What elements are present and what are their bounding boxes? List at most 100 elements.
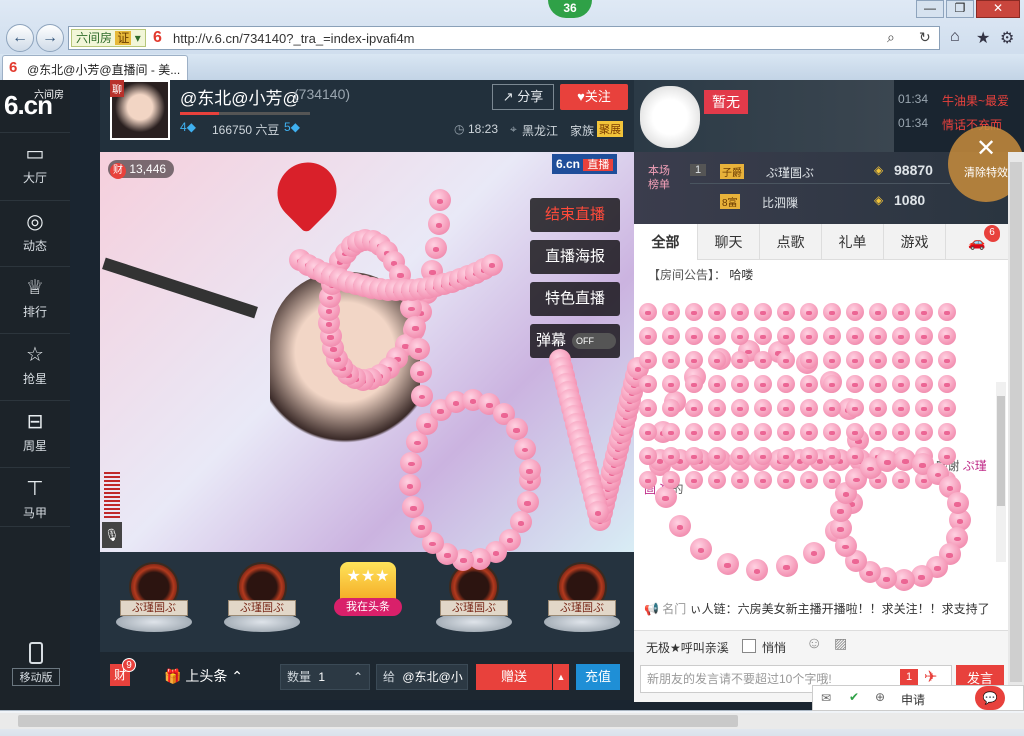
tab-games[interactable]: 游戏 bbox=[884, 224, 946, 260]
close-window-button[interactable]: ✕ bbox=[976, 0, 1020, 18]
gift-bag-icon: ⊟ bbox=[26, 411, 44, 433]
diamond-icon: ◆ bbox=[290, 120, 300, 134]
notice-name[interactable]: 名门 bbox=[662, 602, 686, 616]
send-options-dropdown[interactable]: ▲ bbox=[553, 664, 569, 690]
url-text[interactable]: http://v.6.cn/734140?_tra_=index-ipvafi4… bbox=[173, 31, 415, 46]
horizontal-scrollbar[interactable] bbox=[0, 713, 1024, 729]
chat-user[interactable]: ぷ瑾 bbox=[963, 459, 987, 473]
ticker-time: 01:34 bbox=[898, 92, 929, 106]
tab-gift-list[interactable]: 礼单 bbox=[822, 224, 884, 260]
streamer-name[interactable]: @东北@小芳@ bbox=[180, 84, 300, 109]
maximize-button[interactable]: ❐ bbox=[946, 0, 974, 18]
browser-tab[interactable]: 6 @东北@小芳@直播间 - 美... bbox=[2, 55, 188, 80]
notice-text: ぃ人链：六房美女新主播开播啦！！求关注！！求支持了 bbox=[689, 602, 990, 616]
tab-favicon: 6 bbox=[9, 59, 18, 76]
sidebar-item-grab-star[interactable]: ☆ 抢星 bbox=[0, 333, 70, 393]
chat-bubble-icon[interactable]: 💬 bbox=[975, 686, 1005, 710]
rank-score: 98870 bbox=[894, 162, 933, 178]
home-icon[interactable]: ⌂ bbox=[950, 28, 960, 46]
crown-icon: ♕ bbox=[26, 277, 44, 299]
end-live-button[interactable]: 结束直播 bbox=[530, 198, 620, 232]
chat-tabs: 全部 聊天 点歌 礼单 游戏 🚗 6 bbox=[634, 224, 1008, 260]
address-bar[interactable]: 六间房 证 ▾ 6 http://v.6.cn/734140?_tra_=ind… bbox=[68, 26, 940, 50]
status-tools: ✉ ✔ ⊕ 申请 💬 bbox=[812, 685, 1024, 711]
whisper-checkbox[interactable] bbox=[742, 639, 756, 653]
site-identity[interactable]: 六间房 证 ▾ bbox=[71, 29, 146, 47]
headline-button[interactable]: 🎁 上头条 ⌃ bbox=[164, 666, 243, 686]
danmu-switch[interactable]: OFF bbox=[572, 333, 616, 349]
sidebar-item-label: 动态 bbox=[22, 239, 47, 253]
mobile-version-button[interactable]: 移动版 bbox=[12, 642, 60, 690]
sidebar-item-label: 抢星 bbox=[22, 372, 47, 386]
gift-medal-row: ぷ瑾圄ぶ ぷ瑾圄ぶ ★★★ 我在头条 ぷ瑾圄ぶ ぷ瑾圄ぶ bbox=[100, 552, 634, 652]
chat-scrollbar[interactable] bbox=[996, 382, 1006, 562]
follow-button[interactable]: ♥关注 bbox=[560, 84, 628, 110]
tab-title: @东北@小芳@直播间 - 美... bbox=[27, 63, 181, 77]
share-button[interactable]: ↗ 分享 bbox=[492, 84, 554, 110]
recipient-value: @东北@小 bbox=[402, 670, 463, 684]
headline-medal[interactable]: ★★★ 我在头条 bbox=[326, 560, 410, 644]
sidebar-item-label: 排行 bbox=[22, 305, 47, 319]
paper-plane-icon[interactable]: ✈ bbox=[924, 667, 937, 687]
image-icon[interactable]: ▨ bbox=[834, 635, 847, 652]
sidebar-item-rank[interactable]: ♕ 排行 bbox=[0, 266, 70, 326]
ticker-text: 牛油果~最爱 bbox=[942, 94, 1010, 108]
recipient-field[interactable]: 给 @东北@小 bbox=[376, 664, 468, 690]
chat-user[interactable]: 圄ぶ bbox=[644, 482, 668, 496]
medal-item[interactable]: ぷ瑾圄ぶ bbox=[432, 560, 516, 644]
mail-icon[interactable]: ✉ bbox=[821, 691, 831, 705]
site-logo[interactable]: 六间房 6.cn bbox=[4, 82, 68, 126]
notification-badge[interactable]: 36 bbox=[548, 0, 592, 18]
level-right: 5◆ bbox=[284, 120, 300, 134]
clear-effects-label: 清除特效 bbox=[964, 167, 1008, 179]
sidebar-item-vest[interactable]: ⊤ 马甲 bbox=[0, 467, 70, 527]
back-button[interactable]: ← bbox=[6, 24, 34, 52]
family-label: 家族 bbox=[570, 124, 595, 138]
chevron-up-icon[interactable]: ⌃ bbox=[353, 665, 363, 689]
send-count-badge: 1 bbox=[900, 669, 918, 685]
dropdown-icon: ▾ bbox=[134, 31, 141, 45]
danmu-toggle[interactable]: 弹幕 OFF bbox=[530, 324, 620, 358]
zoom-icon[interactable]: ⊕ bbox=[875, 690, 885, 704]
chat-line: 圄ぶ 的 bbox=[644, 480, 683, 497]
rank-badge: 子爵 bbox=[720, 164, 744, 179]
ranking-title: 本场 榜单 bbox=[648, 165, 670, 191]
recharge-button[interactable]: 充值 bbox=[576, 664, 620, 690]
medal-item[interactable]: ぷ瑾圄ぶ bbox=[540, 560, 624, 644]
check-icon[interactable]: ✔ bbox=[849, 690, 859, 704]
emoji-icon[interactable]: ☺ bbox=[806, 635, 822, 653]
minimize-button[interactable]: — bbox=[916, 0, 944, 18]
settings-gear-icon[interactable]: ⚙ bbox=[1000, 28, 1014, 48]
tab-all[interactable]: 全部 bbox=[634, 224, 698, 260]
tab-songs[interactable]: 点歌 bbox=[760, 224, 822, 260]
quantity-field[interactable]: 数量 1 ⌃ bbox=[280, 664, 370, 690]
microphone-icon[interactable]: 🎙 bbox=[102, 522, 122, 548]
medal-item[interactable]: ぷ瑾圄ぶ bbox=[220, 560, 304, 644]
sidebar-item-label: 马甲 bbox=[22, 506, 47, 520]
medal-item[interactable]: ぷ瑾圄ぶ bbox=[112, 560, 196, 644]
sidebar-item-week-star[interactable]: ⊟ 周星 bbox=[0, 400, 70, 460]
apply-label[interactable]: 申请 bbox=[901, 691, 925, 708]
featured-live-button[interactable]: 特色直播 bbox=[530, 282, 620, 316]
level-progress bbox=[180, 112, 310, 115]
favorites-star-icon[interactable]: ★ bbox=[976, 28, 990, 48]
ranking-row[interactable]: 8富 比泗隟 ◈ 1080 bbox=[690, 190, 950, 214]
sidebar-item-feed[interactable]: ◎ 动态 bbox=[0, 200, 70, 260]
refresh-icon[interactable]: ↻ bbox=[919, 29, 931, 46]
video-player[interactable]: 财 13,446 6.cn 直播 结束直播 直播海报 特色直播 弹幕 OFF 🎙 bbox=[100, 150, 634, 552]
rank-name: ぷ瑾圄ぶ bbox=[766, 166, 815, 180]
rank-name: 比泗隟 bbox=[762, 196, 799, 210]
family-badge[interactable]: 聚展 bbox=[597, 121, 623, 137]
ranking-row[interactable]: 1 子爵 ぷ瑾圄ぶ ◈ 98870 bbox=[690, 160, 950, 184]
send-gift-button[interactable]: 赠送 bbox=[476, 664, 552, 690]
room-id: (734140) bbox=[294, 86, 351, 102]
target-user[interactable]: 无极★呼叫亲溪 bbox=[646, 639, 729, 656]
search-icon[interactable]: ⌕ bbox=[887, 29, 895, 46]
tab-chat[interactable]: 聊天 bbox=[698, 224, 760, 260]
page-scrollbar[interactable] bbox=[1008, 152, 1024, 702]
shirt-icon: ⊤ bbox=[26, 478, 44, 500]
forward-button[interactable]: → bbox=[36, 24, 64, 52]
teddy-bear-image bbox=[640, 86, 700, 148]
live-poster-button[interactable]: 直播海报 bbox=[530, 240, 620, 274]
sidebar-item-hall[interactable]: ▭ 大厅 bbox=[0, 132, 70, 192]
